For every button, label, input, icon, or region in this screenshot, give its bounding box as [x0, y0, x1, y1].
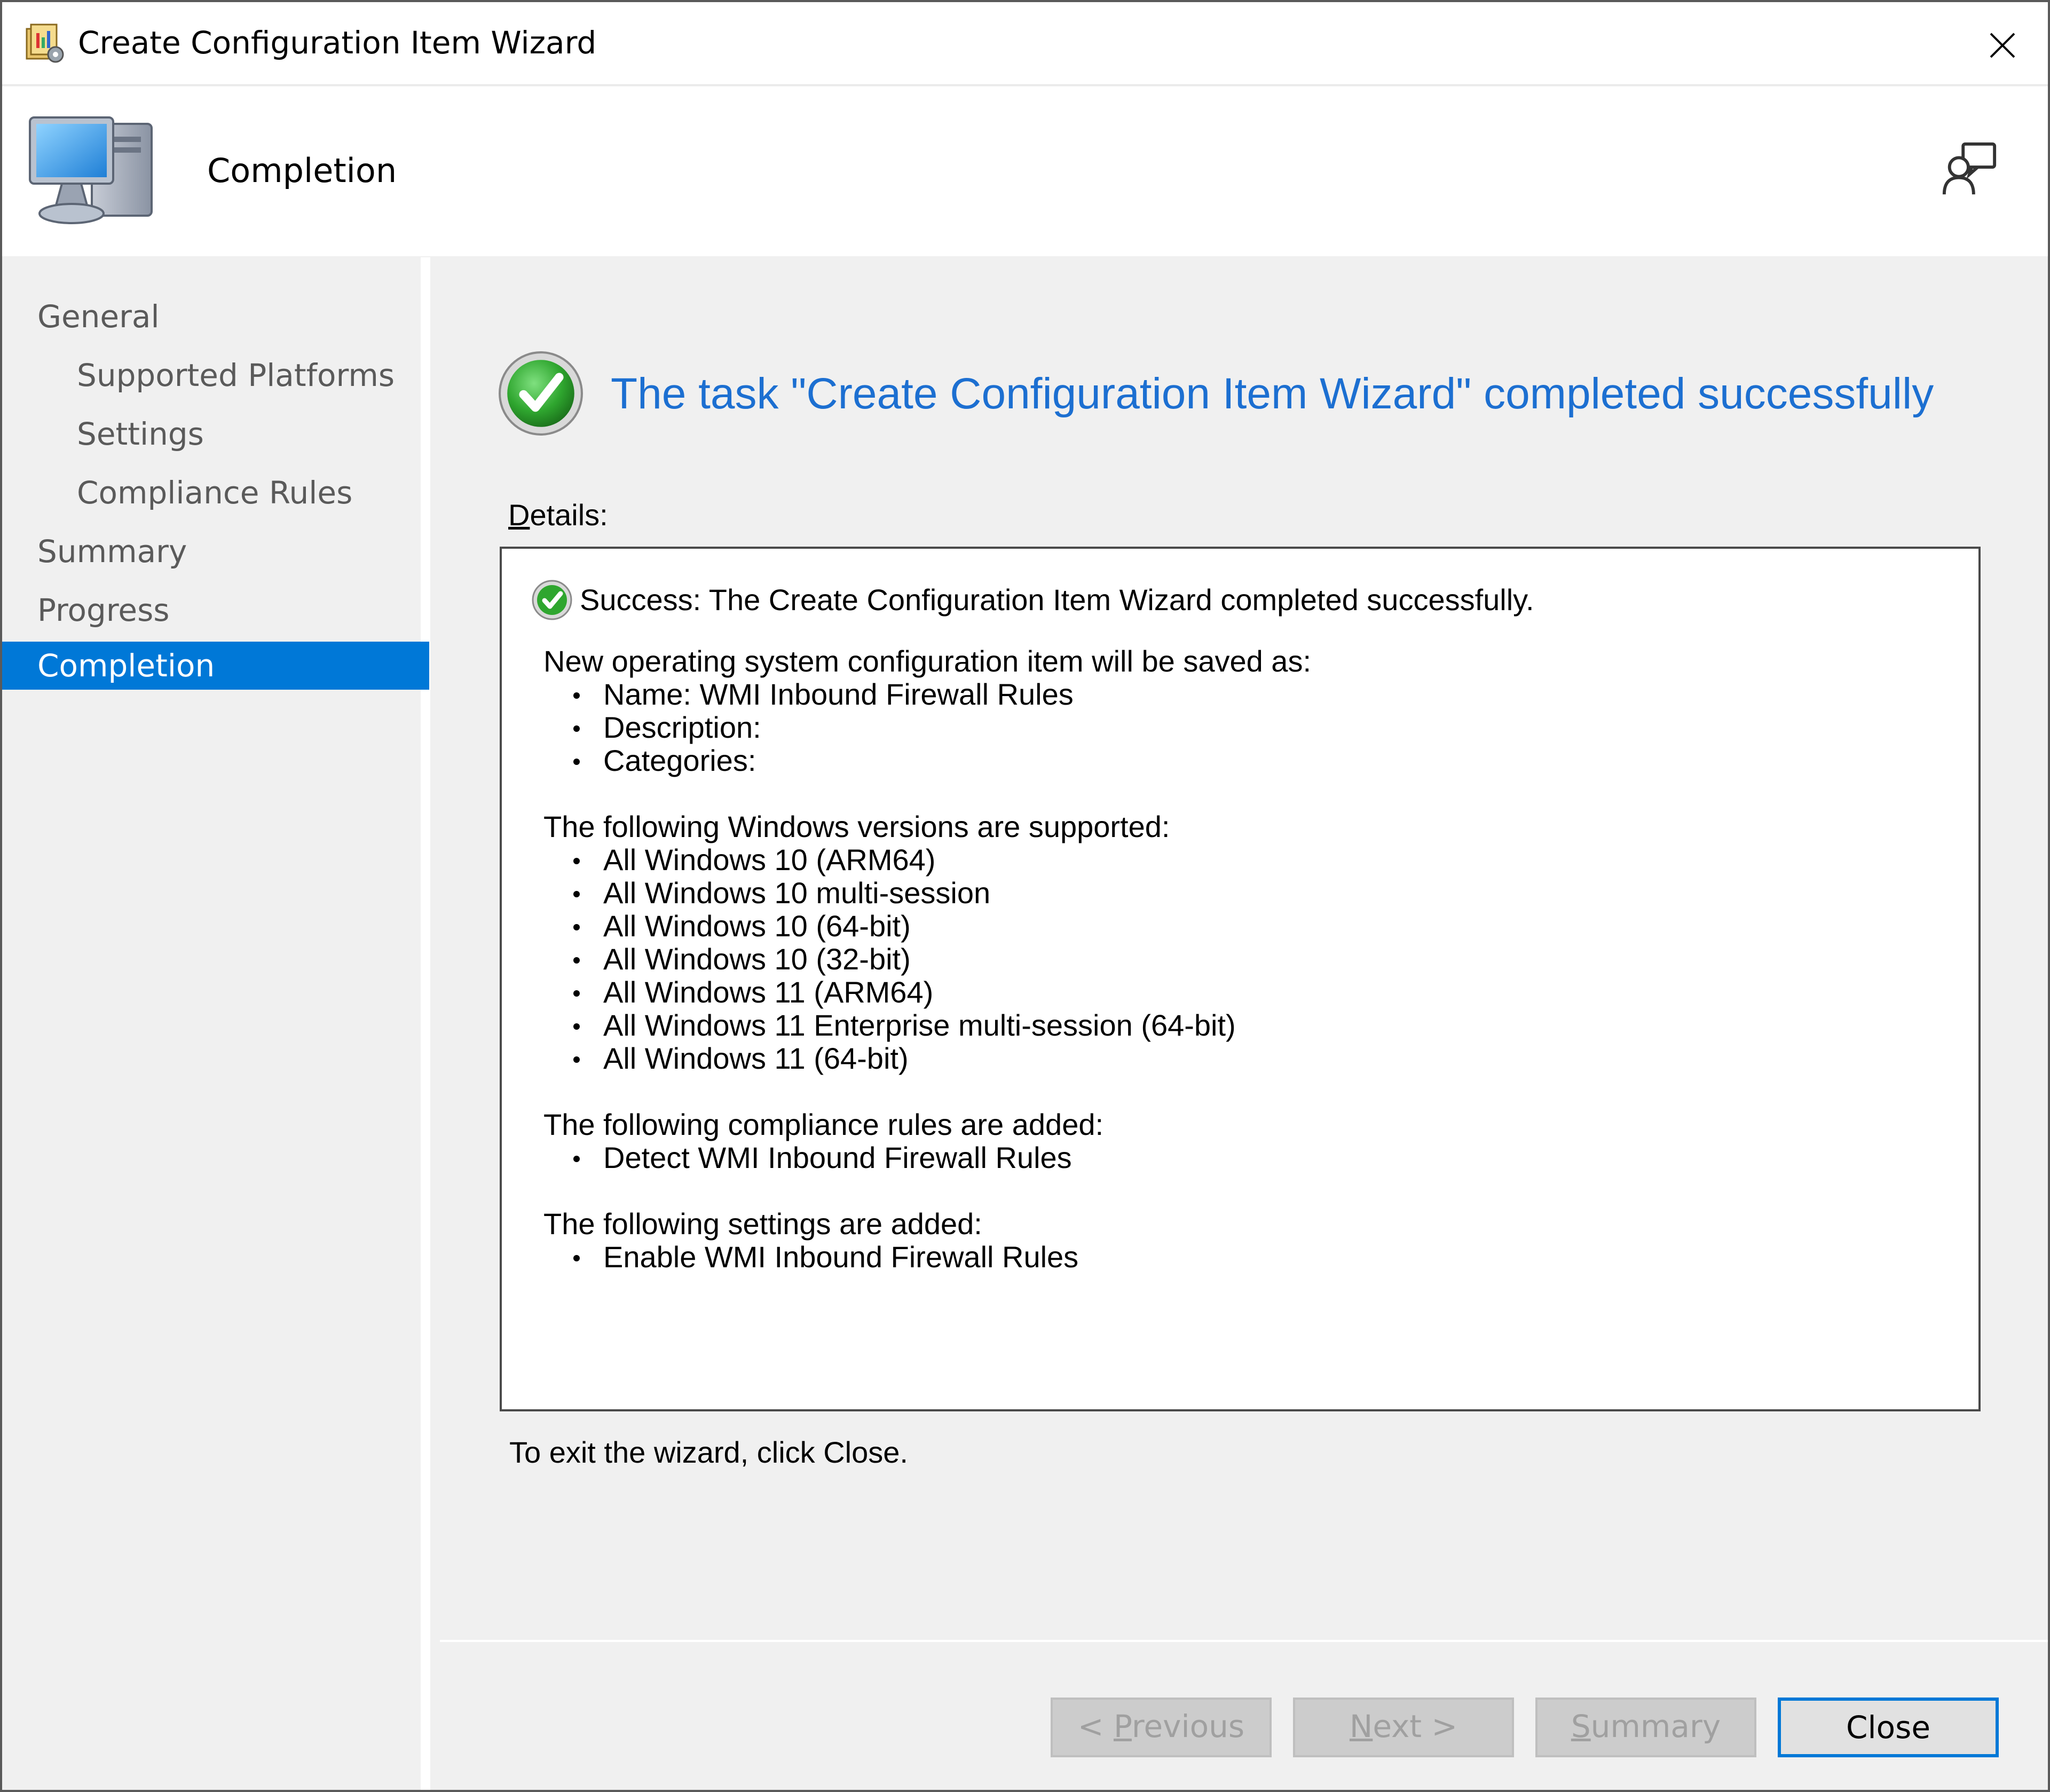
success-line: Success: The Create Configuration Item W…	[531, 579, 1946, 621]
list-item: Detect WMI Inbound Firewall Rules	[573, 1141, 1946, 1174]
app-wizard-icon	[26, 23, 64, 63]
previous-button[interactable]: < Previous	[1051, 1698, 1272, 1757]
list-item: All Windows 10 (32-bit)	[573, 943, 1946, 976]
nav-item-summary[interactable]: Summary	[2, 527, 429, 575]
rules-heading: The following compliance rules are added…	[543, 1108, 1104, 1141]
success-check-icon	[499, 351, 583, 436]
platforms-section: The following Windows versions are suppo…	[543, 810, 1946, 1075]
list-item: All Windows 10 multi-session	[573, 877, 1946, 910]
list-item: All Windows 10 (ARM64)	[573, 843, 1946, 877]
wizard-header: Completion	[2, 86, 2048, 256]
computer-icon	[29, 116, 153, 224]
exit-instruction: To exit the wizard, click Close.	[509, 1435, 908, 1469]
page-title: Completion	[207, 151, 397, 190]
nav-item-progress[interactable]: Progress	[2, 586, 429, 634]
close-window-button[interactable]	[1978, 21, 2027, 69]
feedback-icon[interactable]	[1940, 140, 1999, 199]
list-item: All Windows 10 (64-bit)	[573, 910, 1946, 943]
button-bar: < Previous Next > Summary Close	[440, 1640, 2048, 1790]
settings-heading: The following settings are added:	[543, 1207, 982, 1241]
window-title: Create Configuration Item Wizard	[78, 25, 597, 61]
success-check-icon	[532, 580, 572, 620]
nav-item-settings[interactable]: Settings	[2, 410, 429, 458]
list-item: Enable WMI Inbound Firewall Rules	[573, 1241, 1946, 1274]
summary-button[interactable]: Summary	[1535, 1698, 1756, 1757]
platforms-heading: The following Windows versions are suppo…	[543, 810, 1170, 843]
compliance-rules-section: The following compliance rules are added…	[543, 1108, 1946, 1174]
title-bar: Create Configuration Item Wizard	[2, 2, 2048, 85]
close-icon	[1990, 33, 2015, 58]
nav-item-completion[interactable]: Completion	[2, 642, 429, 690]
wizard-window: Create Configuration Item Wizard Complet…	[0, 0, 2050, 1792]
list-item: Name: WMI Inbound Firewall Rules	[573, 678, 1946, 711]
list-item: All Windows 11 Enterprise multi-session …	[573, 1009, 1946, 1042]
details-textbox[interactable]: Success: The Create Configuration Item W…	[500, 547, 1981, 1411]
list-item: Categories:	[573, 744, 1946, 777]
details-label: Details:	[508, 498, 608, 532]
success-message: Success: The Create Configuration Item W…	[580, 583, 1534, 617]
list-item: All Windows 11 (ARM64)	[573, 976, 1946, 1009]
saved-as-section: New operating system configuration item …	[543, 645, 1946, 777]
next-button[interactable]: Next >	[1293, 1698, 1514, 1757]
list-item: All Windows 11 (64-bit)	[573, 1042, 1946, 1075]
settings-section: The following settings are added: Enable…	[543, 1207, 1946, 1274]
close-button[interactable]: Close	[1778, 1698, 1999, 1757]
nav-item-supported-platforms[interactable]: Supported Platforms	[2, 351, 429, 399]
completion-headline: The task "Create Configuration Item Wiza…	[611, 369, 1934, 418]
nav-item-general[interactable]: General	[2, 293, 429, 341]
main-pane: The task "Create Configuration Item Wiza…	[440, 257, 2048, 1640]
nav-item-compliance-rules[interactable]: Compliance Rules	[2, 469, 429, 517]
list-item: Description:	[573, 711, 1946, 744]
wizard-steps-nav: General Supported Platforms Settings Com…	[2, 257, 430, 1790]
saved-as-heading: New operating system configuration item …	[543, 644, 1312, 678]
